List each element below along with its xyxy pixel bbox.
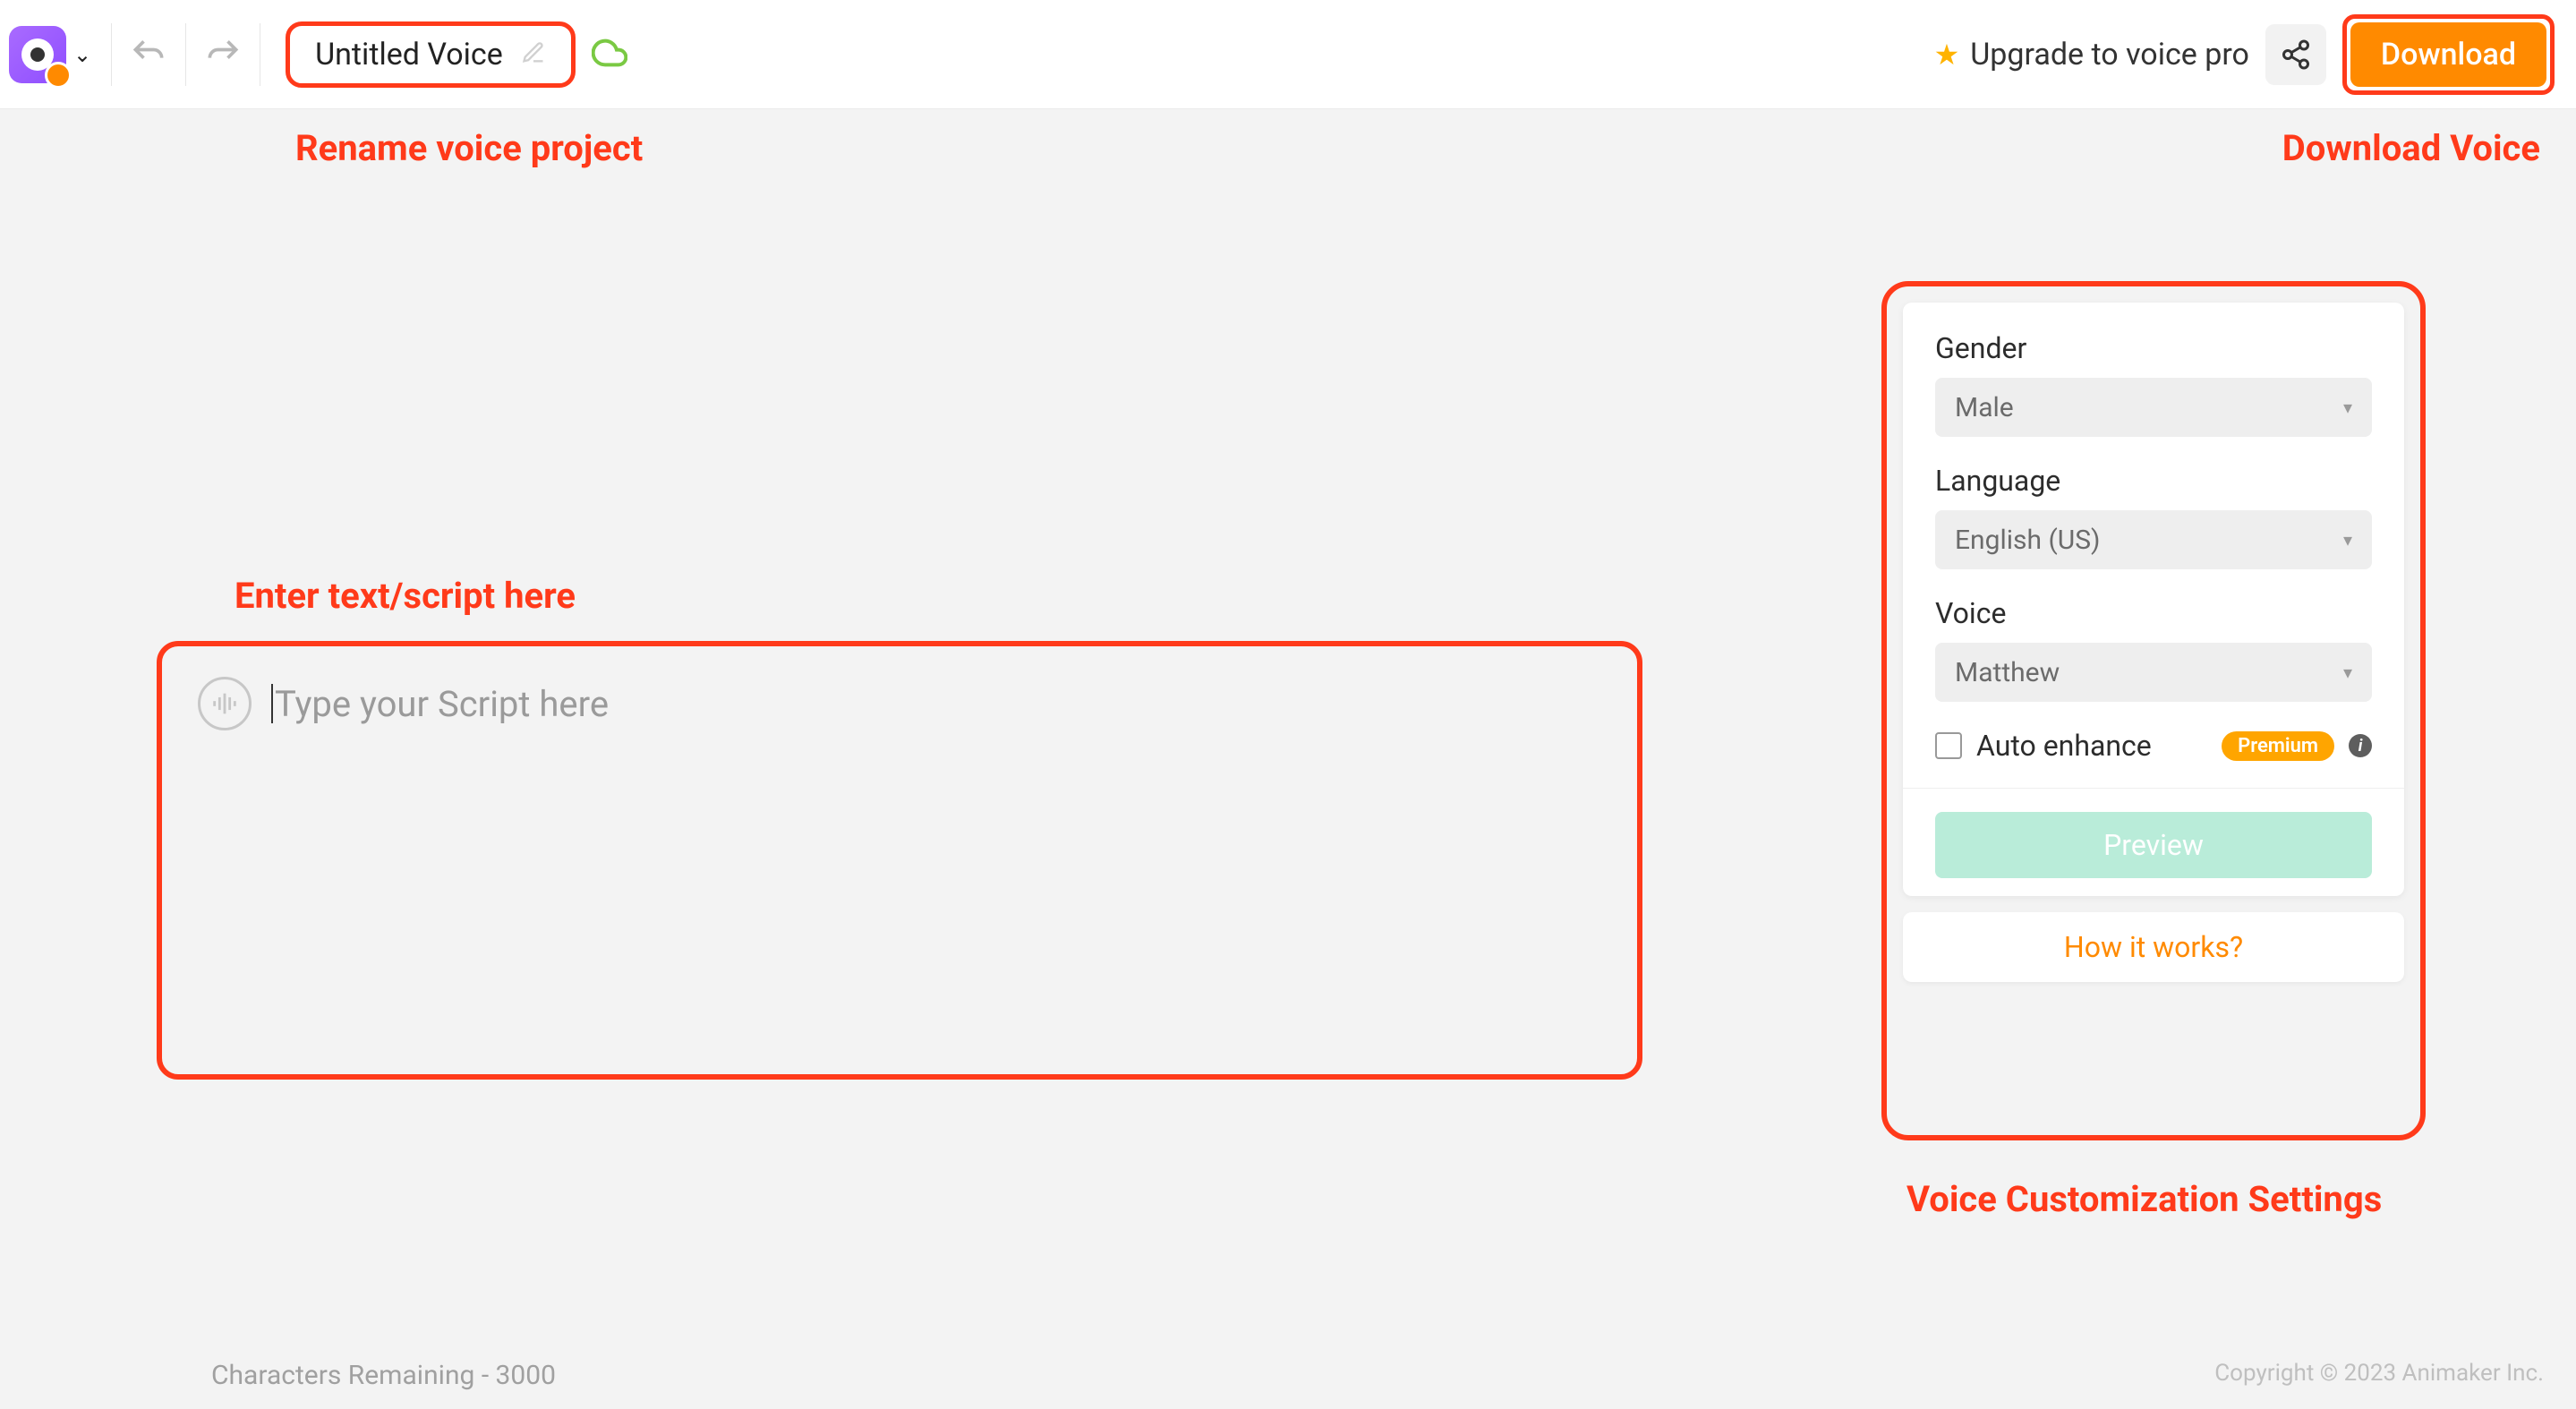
script-input-line: Type your Script here [271,677,609,730]
download-button-highlight: Download [2342,14,2555,95]
text-cursor [271,684,273,723]
copyright: Copyright © 2023 Animaker Inc. [2214,1360,2544,1391]
voice-value: Matthew [1955,657,2060,688]
header: ⌄ Untitled Voice ★ Upgrade to voice pro … [0,0,2576,109]
edit-icon [521,40,546,69]
footer: Characters Remaining - 3000 Copyright © … [0,1360,2576,1391]
premium-badge: Premium [2222,731,2334,761]
gender-value: Male [1955,392,2014,423]
voice-label: Voice [1935,596,2372,630]
preview-button[interactable]: Preview [1935,812,2372,878]
chevron-down-icon: ▾ [2343,662,2352,683]
undo-button[interactable] [117,23,180,86]
audio-wave-icon [198,677,252,730]
script-text-area[interactable]: Type your Script here [157,641,1642,1080]
auto-enhance-label: Auto enhance [1976,729,2207,763]
chars-remaining: Characters Remaining - 3000 [211,1360,556,1391]
chevron-down-icon: ▾ [2343,397,2352,418]
annotation-enter-text: Enter text/script here [235,575,576,617]
upgrade-link[interactable]: ★ Upgrade to voice pro [1934,37,2249,73]
gender-label: Gender [1935,331,2372,365]
redo-button[interactable] [192,23,254,86]
chevron-down-icon: ⌄ [73,42,91,67]
project-title: Untitled Voice [315,37,503,73]
upgrade-text: Upgrade to voice pro [1970,37,2249,73]
separator [111,23,112,86]
settings-card: Gender Male ▾ Language English (US) ▾ Vo… [1903,303,2404,896]
header-right: ★ Upgrade to voice pro Download [1934,14,2555,95]
language-label: Language [1935,464,2372,498]
annotation-download: Download Voice [2282,127,2540,169]
app-logo-icon [9,26,66,83]
star-icon: ★ [1934,38,1960,72]
how-it-works-card[interactable]: How it works? [1903,912,2404,982]
settings-panel-highlight: Gender Male ▾ Language English (US) ▾ Vo… [1881,281,2426,1140]
share-button[interactable] [2265,24,2326,85]
script-placeholder: Type your Script here [275,683,609,725]
logo-dropdown[interactable]: ⌄ [9,26,106,83]
download-button[interactable]: Download [2350,22,2546,87]
gender-select[interactable]: Male ▾ [1935,378,2372,437]
how-it-works-link: How it works? [2064,930,2243,964]
auto-enhance-checkbox[interactable] [1935,732,1962,759]
language-select[interactable]: English (US) ▾ [1935,510,2372,569]
annotation-settings: Voice Customization Settings [1906,1178,2382,1220]
language-value: English (US) [1955,525,2100,556]
project-title-box[interactable]: Untitled Voice [286,21,576,88]
info-icon[interactable]: i [2349,734,2372,757]
cloud-sync-icon [592,35,627,74]
annotation-rename: Rename voice project [295,127,643,169]
separator [185,23,186,86]
auto-enhance-row: Auto enhance Premium i [1935,729,2372,763]
divider [1903,788,2404,789]
chevron-down-icon: ▾ [2343,529,2352,551]
voice-select[interactable]: Matthew ▾ [1935,643,2372,702]
